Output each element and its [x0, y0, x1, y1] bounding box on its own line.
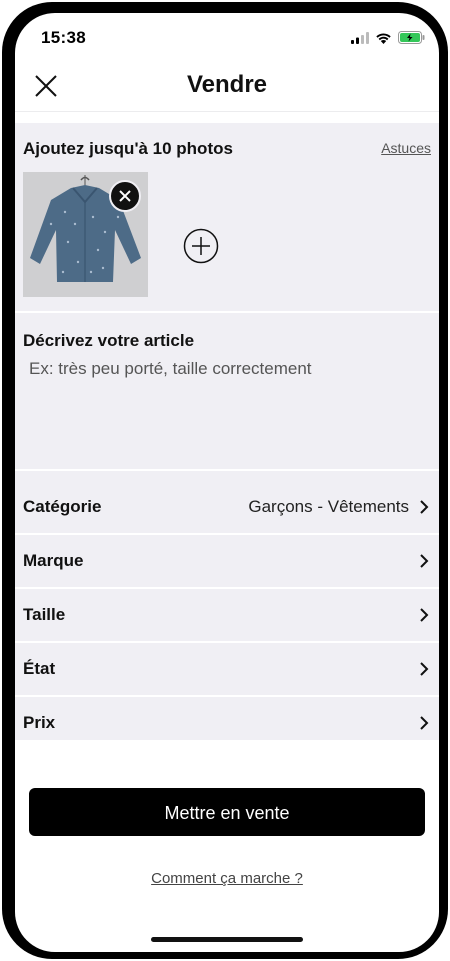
status-icons [351, 31, 425, 44]
device-frame: 15:38 Vendre Ajoutez jusqu'à 10 photos A… [2, 2, 448, 959]
tips-link[interactable]: Astuces [381, 140, 431, 156]
home-indicator [151, 937, 303, 942]
row-size[interactable]: Taille [15, 589, 439, 643]
chevron-right-icon [420, 554, 429, 568]
how-it-works-link[interactable]: Comment ça marche ? [15, 870, 439, 887]
navigation-bar: Vendre [15, 61, 439, 112]
row-brand[interactable]: Marque [15, 535, 439, 589]
photos-section-title: Ajoutez jusqu'à 10 photos [23, 139, 233, 158]
remove-photo-button[interactable] [109, 180, 141, 212]
add-photo-icon [183, 228, 219, 264]
chevron-right-icon [420, 500, 429, 514]
page-title: Vendre [186, 71, 268, 98]
row-size-label: Taille [23, 605, 66, 624]
row-condition-label: État [23, 659, 56, 678]
row-category-value: Garçons - Vêtements [248, 497, 409, 516]
list-item-for-sale-button[interactable]: Mettre en vente [29, 788, 425, 836]
status-time: 15:38 [41, 28, 86, 47]
description-section: Décrivez votre article [15, 313, 439, 471]
chevron-right-icon [420, 608, 429, 622]
sell-form: Ajoutez jusqu'à 10 photos Astuces Décriv… [15, 123, 439, 740]
battery-icon [398, 31, 425, 44]
add-photo-button[interactable] [183, 228, 219, 264]
row-brand-label: Marque [23, 551, 84, 570]
row-category-label: Catégorie [23, 497, 102, 516]
wifi-icon [376, 32, 391, 44]
row-price[interactable]: Prix [15, 697, 439, 749]
remove-photo-icon [119, 190, 131, 202]
description-input[interactable] [23, 359, 435, 449]
row-category[interactable]: Catégorie Garçons - Vêtements [15, 481, 439, 535]
row-condition[interactable]: État [15, 643, 439, 697]
chevron-right-icon [420, 662, 429, 676]
signal-icon [351, 31, 369, 44]
photos-section: Ajoutez jusqu'à 10 photos Astuces [15, 123, 439, 313]
row-price-label: Prix [23, 713, 56, 732]
chevron-right-icon [420, 716, 429, 730]
description-title: Décrivez votre article [23, 331, 195, 350]
screen: 15:38 Vendre Ajoutez jusqu'à 10 photos A… [15, 13, 439, 952]
status-bar: 15:38 [15, 13, 439, 61]
